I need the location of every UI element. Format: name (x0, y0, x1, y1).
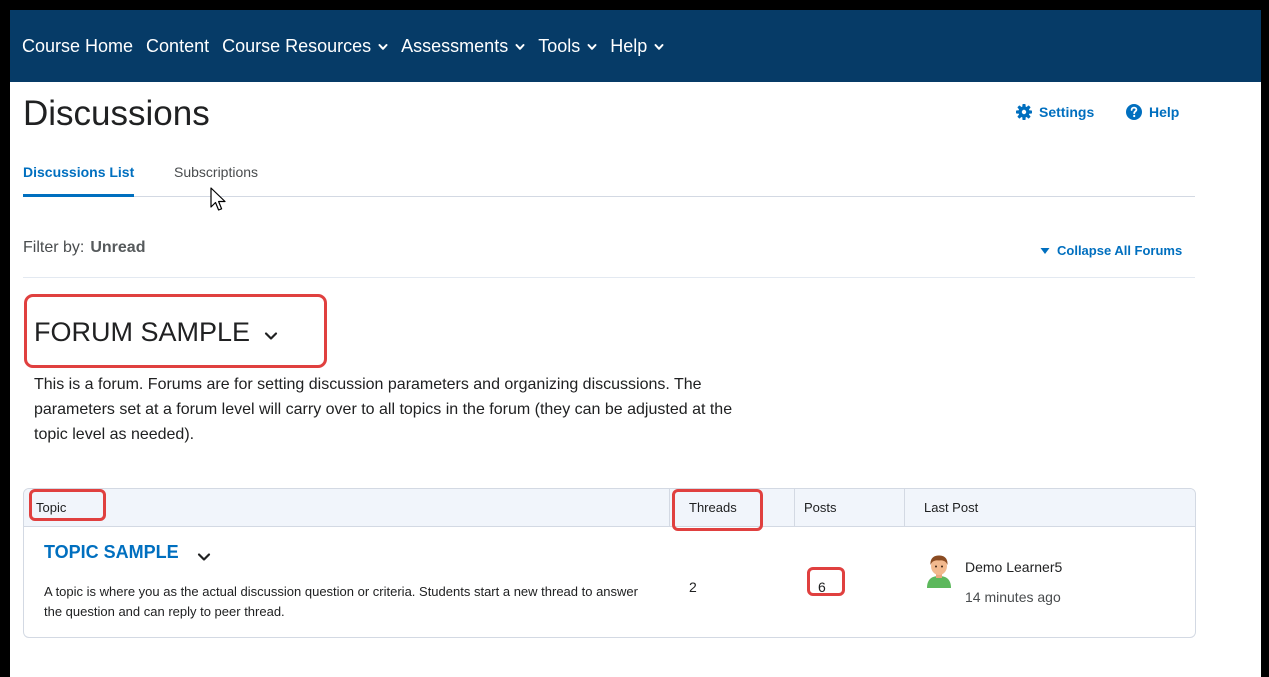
user-avatar (927, 555, 951, 588)
highlight-threads-header (672, 489, 763, 531)
gear-icon (1016, 104, 1032, 120)
nav-course-home[interactable]: Course Home (22, 36, 133, 57)
topic-title-text: TOPIC SAMPLE (44, 542, 179, 562)
filter-value[interactable]: Unread (90, 239, 145, 256)
settings-label: Settings (1039, 104, 1095, 120)
help-button[interactable]: Help (1125, 103, 1179, 121)
tab-discussions-list[interactable]: Discussions List (23, 163, 135, 197)
course-navbar: Course Home Content Course Resources Ass… (10, 10, 1261, 82)
threads-count: 2 (689, 579, 697, 595)
header-last-post: Last Post (924, 500, 979, 515)
last-post-user[interactable]: Demo Learner5 (965, 559, 1062, 575)
collapse-label: Collapse All Forums (1057, 243, 1183, 258)
nav-course-resources[interactable]: Course Resources (222, 36, 388, 57)
nav-label: Assessments (401, 35, 509, 56)
column-divider (794, 489, 795, 527)
nav-tools[interactable]: Tools (538, 36, 597, 57)
highlight-topic-header (29, 489, 106, 521)
chevron-down-icon (378, 44, 388, 50)
frame-top-border (0, 0, 1269, 10)
filter-prefix: Filter by: (23, 239, 85, 256)
nav-content[interactable]: Content (146, 36, 209, 57)
chevron-down-icon[interactable] (264, 331, 278, 341)
chevron-down-icon (587, 44, 597, 50)
filter-row: Filter by: Unread (23, 239, 145, 257)
nav-label: Help (610, 35, 648, 56)
highlight-posts-count (807, 567, 845, 596)
help-label: Help (1149, 104, 1180, 120)
collapse-all-forums-button[interactable]: Collapse All Forums (1040, 243, 1182, 258)
page-title: Discussions (23, 94, 210, 133)
help-circle-icon (1126, 104, 1142, 120)
frame-right-border (1261, 0, 1269, 677)
topic-link[interactable]: TOPIC SAMPLE (44, 542, 211, 563)
chevron-down-icon[interactable] (197, 552, 211, 562)
chevron-down-icon (654, 44, 664, 50)
chevron-down-icon (515, 44, 525, 50)
nav-label: Tools (538, 35, 581, 56)
forum-title-text: FORUM SAMPLE (34, 317, 251, 347)
divider (23, 277, 1195, 278)
forum-description: This is a forum. Forums are for setting … (34, 376, 733, 443)
column-divider (904, 489, 905, 527)
caret-down-icon (1040, 247, 1050, 254)
table-header: Topic Threads Posts Last Post (24, 489, 1195, 527)
column-divider (669, 489, 670, 527)
nav-label: Course Home (22, 35, 134, 56)
topic-description: A topic is where you as the actual discu… (44, 584, 638, 619)
header-posts: Posts (804, 500, 837, 515)
mouse-cursor-icon (210, 187, 226, 211)
forum-title[interactable]: FORUM SAMPLE (34, 317, 278, 348)
nav-assessments[interactable]: Assessments (401, 36, 525, 57)
discussion-tabs: Discussions List Subscriptions (23, 163, 1195, 197)
last-post-time: 14 minutes ago (965, 589, 1061, 605)
nav-label: Content (146, 35, 210, 56)
frame-left-border (0, 0, 10, 677)
nav-help[interactable]: Help (610, 36, 664, 57)
settings-button[interactable]: Settings (1015, 103, 1094, 121)
nav-label: Course Resources (222, 35, 372, 56)
topics-table: Topic Threads Posts Last Post TOPIC SAMP… (23, 488, 1196, 638)
